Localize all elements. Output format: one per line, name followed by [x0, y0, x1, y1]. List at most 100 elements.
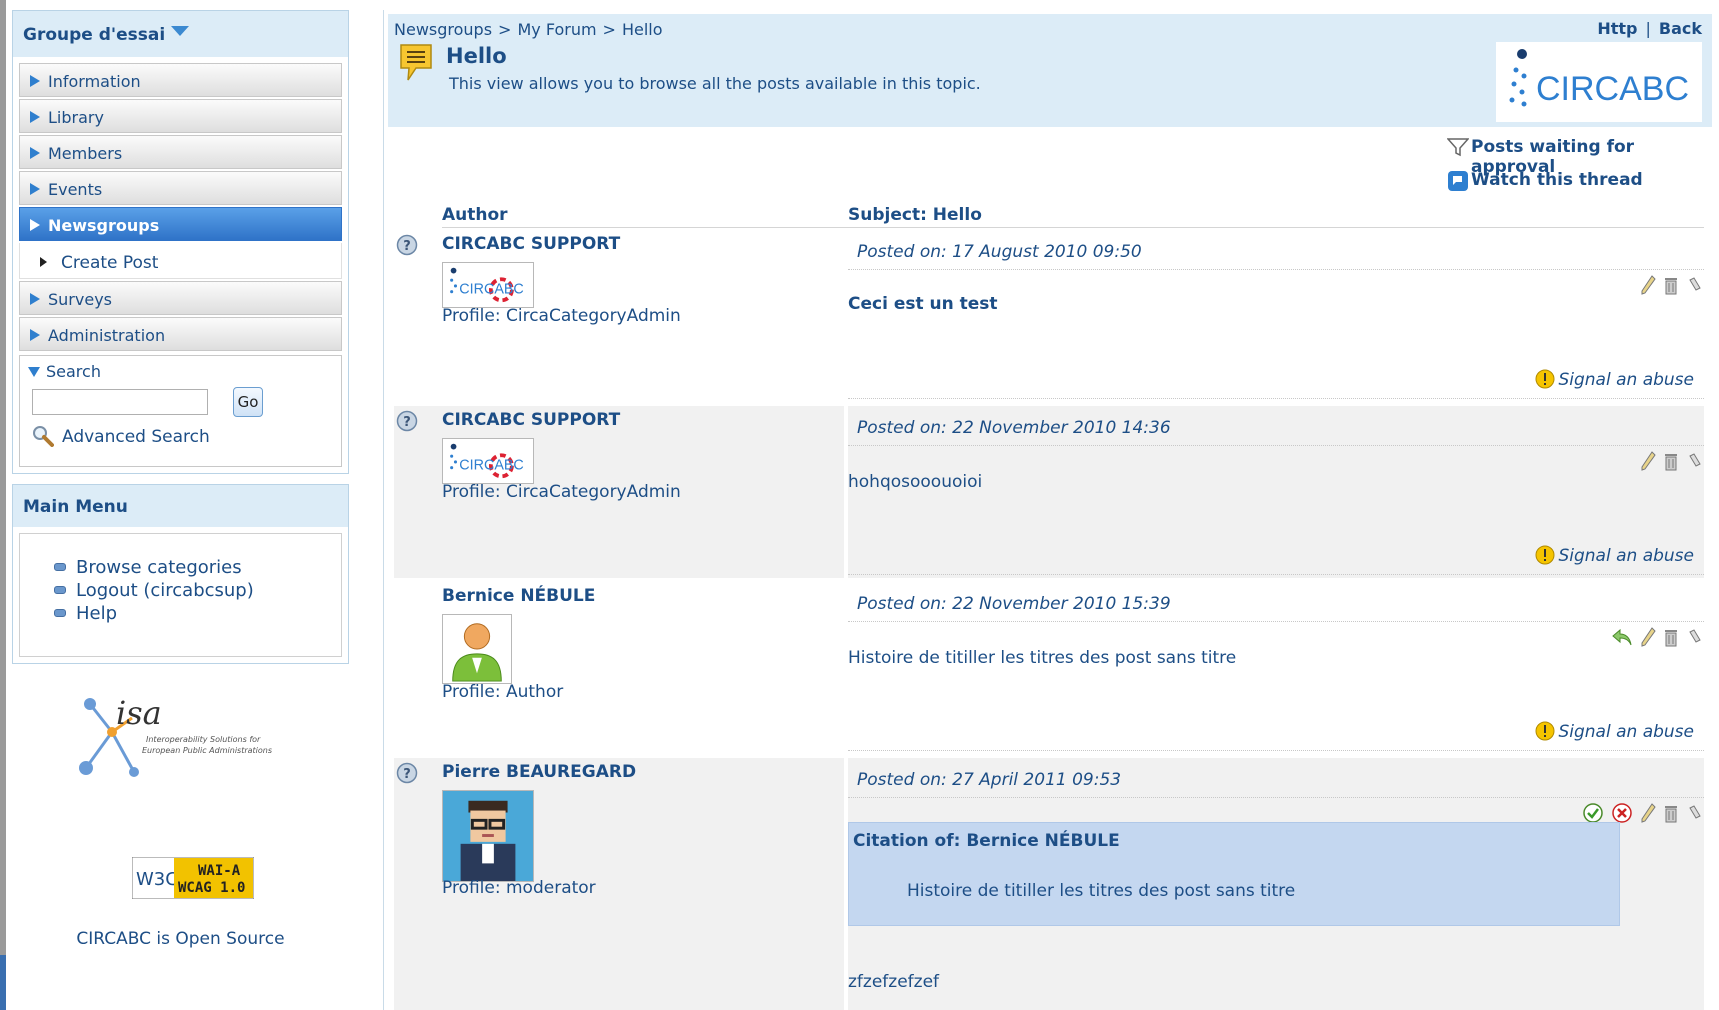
- forum-topic-icon: [400, 44, 432, 81]
- approve-icon[interactable]: [1582, 802, 1604, 824]
- expand-arrow-icon: [30, 75, 40, 87]
- signal-abuse-link[interactable]: Signal an abuse: [1534, 369, 1694, 390]
- delete-icon[interactable]: [1663, 274, 1679, 296]
- collapse-arrow-icon: [28, 367, 40, 377]
- search-box: Search Go Advanced Search: [19, 355, 342, 467]
- bullet-icon: [54, 586, 66, 594]
- edit-icon[interactable]: [1640, 450, 1656, 472]
- author-name[interactable]: Bernice NÉBULE: [442, 586, 595, 606]
- pixel-avatar: [442, 790, 534, 882]
- search-toggle[interactable]: Search: [28, 362, 333, 381]
- post-row: ? CIRCABC SUPPORT CIRCABC Profile: Circa…: [394, 406, 1704, 578]
- open-source-link[interactable]: CIRCABC is Open Source: [12, 929, 349, 949]
- expand-arrow-icon: [30, 293, 40, 305]
- window-edge: [0, 0, 6, 1010]
- nav-item-surveys[interactable]: Surveys: [19, 281, 342, 315]
- post-body: zfzefzefzef: [848, 972, 940, 992]
- edit-icon[interactable]: [1640, 626, 1656, 648]
- delete-icon[interactable]: [1663, 626, 1679, 648]
- breadcrumb: Newsgroups > My Forum > Hello: [394, 20, 663, 39]
- circabc-avatar: CIRCABC: [442, 262, 534, 308]
- help-icon[interactable]: ?: [396, 762, 418, 784]
- author-profile: Profile: Author: [442, 682, 564, 702]
- sidebar: Groupe d'essai Information Library Membe…: [12, 10, 349, 949]
- author-name[interactable]: CIRCABC SUPPORT: [442, 234, 620, 254]
- signal-abuse-link[interactable]: Signal an abuse: [1534, 545, 1694, 566]
- post-date: Posted on: 17 August 2010 09:50: [848, 230, 1704, 270]
- back-link[interactable]: Back: [1659, 19, 1702, 38]
- main-menu-list: Browse categories Logout (circabcsup) He…: [19, 533, 342, 657]
- post-row: ? Pierre BEAUREGARD Profile: moderator P…: [394, 758, 1704, 1010]
- menu-item-help[interactable]: Help: [54, 602, 341, 625]
- svg-text:European Public Administration: European Public Administrations: [142, 746, 272, 755]
- group-title[interactable]: Groupe d'essai: [13, 11, 348, 57]
- person-avatar: [442, 614, 512, 684]
- author-name[interactable]: Pierre BEAUREGARD: [442, 762, 636, 782]
- attachment-icon[interactable]: [1686, 450, 1702, 472]
- warning-icon: [1535, 369, 1555, 389]
- quote-block: Citation of: Bernice NÉBULE Histoire de …: [848, 822, 1620, 926]
- delete-icon[interactable]: [1663, 802, 1679, 824]
- page-description: This view allows you to browse all the p…: [449, 74, 981, 93]
- http-link[interactable]: Http: [1597, 19, 1637, 38]
- warning-icon: [1535, 721, 1555, 741]
- main-menu-title: Main Menu: [13, 485, 348, 527]
- search-input[interactable]: [32, 389, 208, 415]
- help-icon[interactable]: ?: [396, 234, 418, 256]
- menu-item-logout[interactable]: Logout (circabcsup): [54, 579, 341, 602]
- signal-abuse-link[interactable]: Signal an abuse: [1534, 721, 1694, 742]
- breadcrumb-my-forum[interactable]: My Forum: [517, 20, 596, 39]
- page-title: Hello: [446, 44, 507, 68]
- attachment-icon[interactable]: [1686, 802, 1702, 824]
- help-icon[interactable]: ?: [396, 410, 418, 432]
- nav-item-information[interactable]: Information: [19, 63, 342, 97]
- svg-text:?: ?: [403, 415, 411, 430]
- circabc-logo: CIRCABC: [1496, 42, 1702, 122]
- w3c-wai-badge[interactable]: W3C WAI-A WCAG 1.0: [132, 857, 254, 899]
- svg-text:WCAG 1.0: WCAG 1.0: [178, 880, 245, 896]
- author-column-header: Author: [442, 205, 508, 225]
- quote-title: Citation of: Bernice NÉBULE: [853, 831, 1120, 851]
- attachment-icon[interactable]: [1686, 274, 1702, 296]
- post-body: Histoire de titiller les titres des post…: [848, 648, 1237, 668]
- reply-icon[interactable]: [1611, 626, 1633, 648]
- delete-icon[interactable]: [1663, 450, 1679, 472]
- author-name[interactable]: CIRCABC SUPPORT: [442, 410, 620, 430]
- nav-item-events[interactable]: Events: [19, 171, 342, 205]
- search-go-button[interactable]: Go: [233, 387, 263, 417]
- edit-icon[interactable]: [1640, 274, 1656, 296]
- main-menu-panel: Main Menu Browse categories Logout (circ…: [12, 484, 349, 664]
- svg-text:CIRCABC: CIRCABC: [459, 282, 523, 298]
- watch-thread-link[interactable]: Watch this thread: [1447, 170, 1719, 203]
- svg-text:W3C: W3C: [136, 869, 178, 890]
- isa-logo: isa Interoperability Solutions for Europ…: [79, 694, 272, 777]
- svg-text:?: ?: [403, 239, 411, 254]
- nav-item-members[interactable]: Members: [19, 135, 342, 169]
- author-profile: Profile: moderator: [442, 878, 596, 898]
- page-header: Newsgroups > My Forum > Hello Http | Back Hell…: [388, 14, 1712, 127]
- thread-actions: Posts waiting for approval Watch this th…: [1447, 137, 1719, 203]
- nav-item-library[interactable]: Library: [19, 99, 342, 133]
- watch-icon: [1448, 171, 1468, 191]
- expand-arrow-icon: [30, 111, 40, 123]
- group-panel: Groupe d'essai Information Library Membe…: [12, 10, 349, 474]
- advanced-search-link[interactable]: Advanced Search: [28, 426, 333, 451]
- edit-icon[interactable]: [1640, 802, 1656, 824]
- svg-text:CIRCABC: CIRCABC: [459, 458, 523, 474]
- attachment-icon[interactable]: [1686, 626, 1702, 648]
- magnifier-icon: [33, 426, 54, 447]
- author-profile: Profile: CircaCategoryAdmin: [442, 482, 681, 502]
- dropdown-arrow-icon[interactable]: [171, 26, 190, 36]
- nav-item-newsgroups[interactable]: Newsgroups: [19, 207, 342, 241]
- post-date: Posted on: 27 April 2011 09:53: [848, 758, 1704, 798]
- breadcrumb-newsgroups[interactable]: Newsgroups: [394, 20, 492, 39]
- menu-item-browse-categories[interactable]: Browse categories: [54, 556, 341, 579]
- nav-sub-create-post[interactable]: Create Post: [19, 243, 342, 279]
- post-tools: [1609, 626, 1702, 650]
- reject-icon[interactable]: [1611, 802, 1633, 824]
- nav-item-administration[interactable]: Administration: [19, 317, 342, 351]
- author-profile: Profile: CircaCategoryAdmin: [442, 306, 681, 326]
- posts-waiting-link[interactable]: Posts waiting for approval: [1447, 137, 1719, 177]
- post-date: Posted on: 22 November 2010 15:39: [848, 582, 1704, 622]
- warning-icon: [1535, 545, 1555, 565]
